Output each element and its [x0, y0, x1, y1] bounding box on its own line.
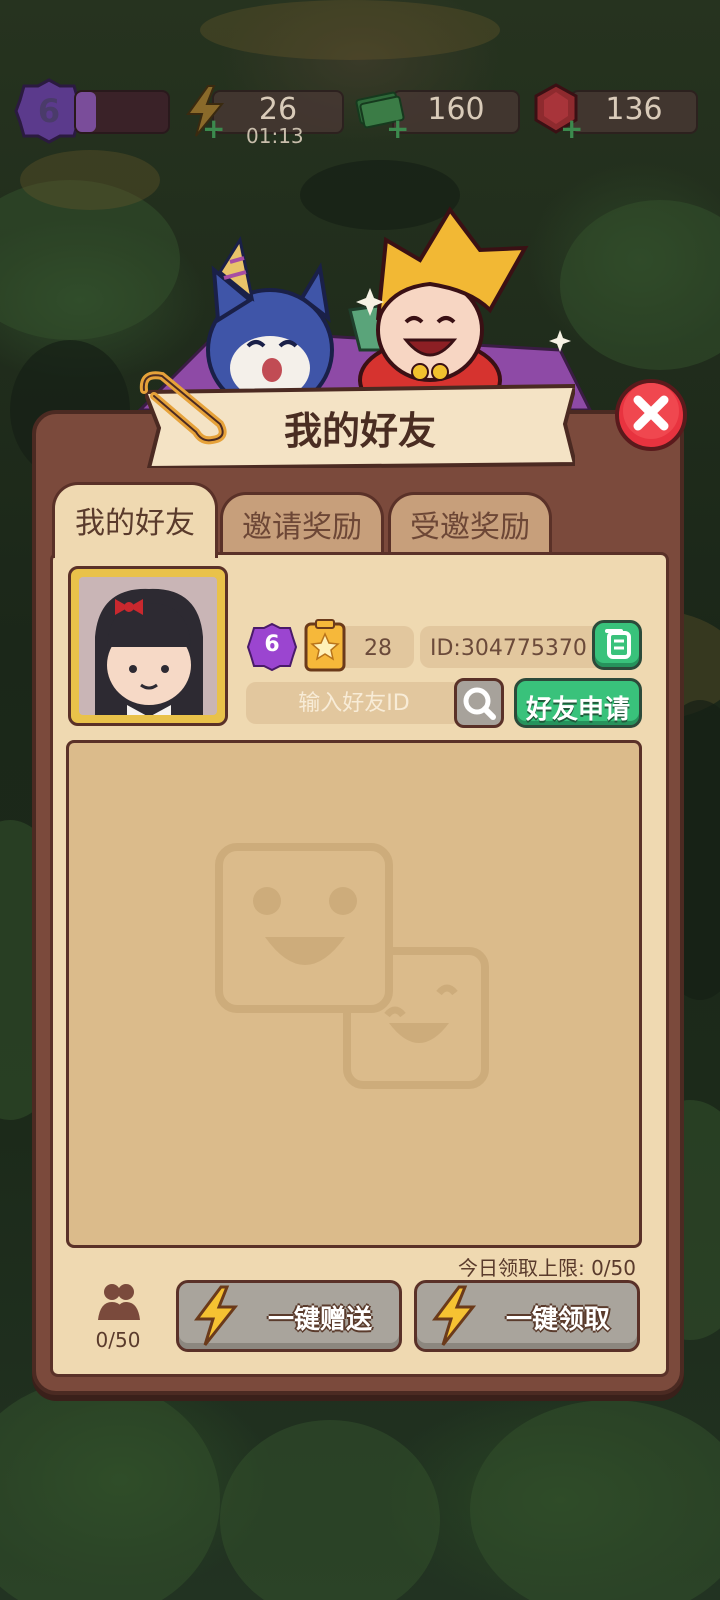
player-avatar[interactable]: [68, 566, 228, 726]
daily-claim-limit: 今日领取上限: 0/50: [457, 1256, 636, 1280]
dialog-title: 我的好友: [283, 409, 436, 453]
friend-request-button[interactable]: 好友申请: [514, 678, 642, 728]
xp-bar: [74, 90, 170, 134]
search-icon: [463, 687, 496, 720]
friends-count-icon: [98, 1284, 140, 1320]
copy-icon: [605, 629, 631, 659]
girl-avatar-icon: [95, 588, 203, 715]
copy-id-button[interactable]: [592, 620, 642, 670]
send-all-label: 一键赠送: [267, 1305, 372, 1335]
claim-all-label: 一键领取: [505, 1305, 610, 1335]
friend-count: 0/50: [95, 1328, 141, 1352]
gems-count: 136: [605, 92, 663, 127]
tab-invited-rewards[interactable]: 受邀奖励: [388, 492, 552, 554]
friend-request-label: 好友申请: [525, 695, 630, 725]
profile-level: 6: [264, 632, 280, 657]
star-card-icon: [304, 619, 346, 672]
close-button[interactable]: [614, 378, 688, 452]
energy-count: 26: [258, 92, 298, 127]
tab-my-friends[interactable]: 我的好友: [52, 482, 218, 558]
empty-friends-icon: [215, 843, 489, 1089]
lightning-icon: [194, 1285, 239, 1346]
player-id: ID:304775370: [430, 636, 587, 661]
stars-count: 28: [364, 636, 392, 661]
lightning-icon: [432, 1285, 477, 1346]
claim-all-button[interactable]: 一键领取: [414, 1280, 640, 1352]
cash-count: 160: [427, 92, 485, 127]
energy-timer: 01:13: [246, 124, 304, 148]
friends-list-empty: [66, 740, 642, 1248]
send-all-button[interactable]: 一键赠送: [176, 1280, 402, 1352]
search-button[interactable]: [454, 678, 504, 728]
friend-id-input[interactable]: [246, 682, 462, 724]
tab-invite-rewards[interactable]: 邀请奖励: [220, 492, 384, 554]
